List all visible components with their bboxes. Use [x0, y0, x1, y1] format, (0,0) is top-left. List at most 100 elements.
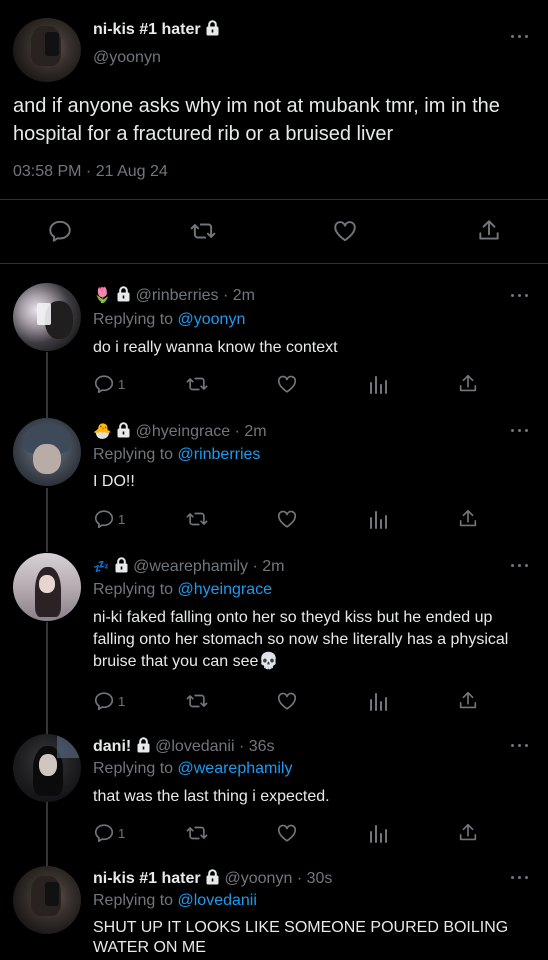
- views-button[interactable]: [368, 508, 388, 530]
- reply-time[interactable]: · 2m: [235, 423, 267, 440]
- emoji-tulip: 🌷: [93, 287, 112, 304]
- reply-time[interactable]: · 2m: [253, 558, 285, 575]
- replying-to-link[interactable]: @lovedanii: [178, 892, 257, 909]
- author-name-row[interactable]: ni-kis #1 hater: [93, 20, 220, 39]
- reply-button[interactable]: 1: [93, 822, 125, 844]
- replying-to-link[interactable]: @hyeingrace: [178, 581, 273, 598]
- reply-text: do i really wanna know the context: [93, 339, 338, 356]
- author-handle[interactable]: @hyeingrace: [136, 423, 231, 440]
- reply-time[interactable]: · 30s: [297, 870, 333, 887]
- retweet-button[interactable]: [185, 690, 209, 712]
- lock-icon: [117, 422, 130, 438]
- replying-to-link[interactable]: @yoonyn: [178, 311, 246, 328]
- analytics-icon: [370, 376, 387, 394]
- replying-to: Replying to @yoonyn: [93, 311, 246, 328]
- retweet-button[interactable]: [189, 220, 217, 242]
- reply-time[interactable]: · 36s: [239, 738, 275, 755]
- like-button[interactable]: [276, 373, 298, 395]
- retweet-button[interactable]: [185, 822, 209, 844]
- author-handle[interactable]: @rinberries: [136, 287, 219, 304]
- reply-count: 1: [118, 693, 126, 709]
- thread-line: [46, 488, 48, 552]
- retweet-icon: [186, 694, 208, 708]
- share-icon: [459, 691, 477, 709]
- reply-count: 1: [118, 376, 126, 392]
- share-button[interactable]: [476, 220, 502, 242]
- share-icon: [459, 374, 477, 392]
- like-icon: [277, 824, 297, 842]
- share-icon: [459, 823, 477, 841]
- like-button[interactable]: [332, 220, 358, 242]
- lock-icon: [206, 20, 219, 36]
- more-options-icon[interactable]: [510, 293, 530, 299]
- reply-button[interactable]: 1: [93, 690, 125, 712]
- reply-icon: [94, 692, 114, 711]
- reply-time[interactable]: · 2m: [223, 287, 255, 304]
- reply-header: ni-kis #1 hater @yoonyn · 30s: [93, 868, 332, 890]
- more-options-icon[interactable]: [510, 743, 530, 749]
- avatar[interactable]: [13, 418, 81, 486]
- display-name[interactable]: ni-kis #1 hater: [93, 21, 201, 38]
- replying-to-link[interactable]: @rinberries: [178, 446, 261, 463]
- reply-header: 💤 @wearephamily · 2m: [93, 556, 285, 578]
- reply-header: 🐣 @hyeingrace · 2m: [93, 421, 267, 443]
- reply-text: ni-ki faked falling onto her so theyd ki…: [93, 609, 509, 670]
- share-icon: [479, 220, 499, 240]
- more-options-icon[interactable]: [510, 34, 530, 40]
- thread-line: [46, 622, 48, 734]
- more-options-icon[interactable]: [510, 428, 530, 434]
- like-button[interactable]: [276, 508, 298, 530]
- reply-text: SHUT UP IT LOOKS LIKE SOMEONE POURED BOI…: [93, 919, 509, 956]
- avatar[interactable]: [13, 283, 81, 351]
- author-handle[interactable]: @yoonyn: [93, 49, 161, 67]
- share-icon: [459, 509, 477, 527]
- retweet-icon: [186, 512, 208, 526]
- thread-line: [46, 352, 48, 420]
- display-name[interactable]: dani!: [93, 738, 131, 755]
- replying-to-link[interactable]: @wearephamily: [178, 760, 293, 777]
- like-icon: [277, 692, 297, 710]
- author-handle[interactable]: @lovedanii: [155, 738, 234, 755]
- views-button[interactable]: [368, 690, 388, 712]
- emoji-chick: 🐣: [93, 423, 112, 440]
- reply-button[interactable]: [47, 220, 73, 242]
- reply-icon: [49, 220, 71, 242]
- retweet-icon: [186, 377, 208, 391]
- reply-button[interactable]: 1: [93, 508, 125, 530]
- like-button[interactable]: [276, 822, 298, 844]
- share-button[interactable]: [457, 508, 479, 530]
- share-button[interactable]: [457, 373, 479, 395]
- more-options-icon[interactable]: [510, 875, 530, 881]
- more-options-icon[interactable]: [510, 563, 530, 569]
- reply-icon: [94, 824, 114, 843]
- share-button[interactable]: [457, 822, 479, 844]
- avatar[interactable]: [13, 18, 81, 82]
- reply-header: 🌷 @rinberries · 2m: [93, 285, 255, 307]
- retweet-icon: [190, 223, 216, 239]
- reply-icon: [94, 510, 114, 529]
- emoji-zzz: 💤: [93, 559, 110, 574]
- thread-line: [46, 802, 48, 866]
- reply-count: 1: [118, 511, 126, 527]
- views-button[interactable]: [368, 822, 388, 844]
- reply-icon: [94, 375, 114, 394]
- avatar[interactable]: [13, 866, 81, 934]
- avatar[interactable]: [13, 553, 81, 621]
- display-name[interactable]: ni-kis #1 hater: [93, 870, 201, 887]
- views-button[interactable]: [368, 373, 388, 395]
- divider: [0, 263, 548, 264]
- avatar[interactable]: [13, 734, 81, 802]
- like-button[interactable]: [276, 690, 298, 712]
- reply-text: that was the last thing i expected.: [93, 788, 330, 805]
- retweet-button[interactable]: [185, 373, 209, 395]
- replying-to: Replying to @wearephamily: [93, 760, 293, 777]
- lock-icon: [115, 557, 128, 573]
- reply-button[interactable]: 1: [93, 373, 125, 395]
- tweet-timestamp[interactable]: 03:58 PM · 21 Aug 24: [13, 163, 168, 181]
- replying-to: Replying to @hyeingrace: [93, 581, 273, 598]
- author-handle[interactable]: @yoonyn: [225, 870, 293, 887]
- retweet-button[interactable]: [185, 508, 209, 530]
- share-button[interactable]: [457, 690, 479, 712]
- author-handle[interactable]: @wearephamily: [133, 558, 248, 575]
- replying-to: Replying to @rinberries: [93, 446, 261, 463]
